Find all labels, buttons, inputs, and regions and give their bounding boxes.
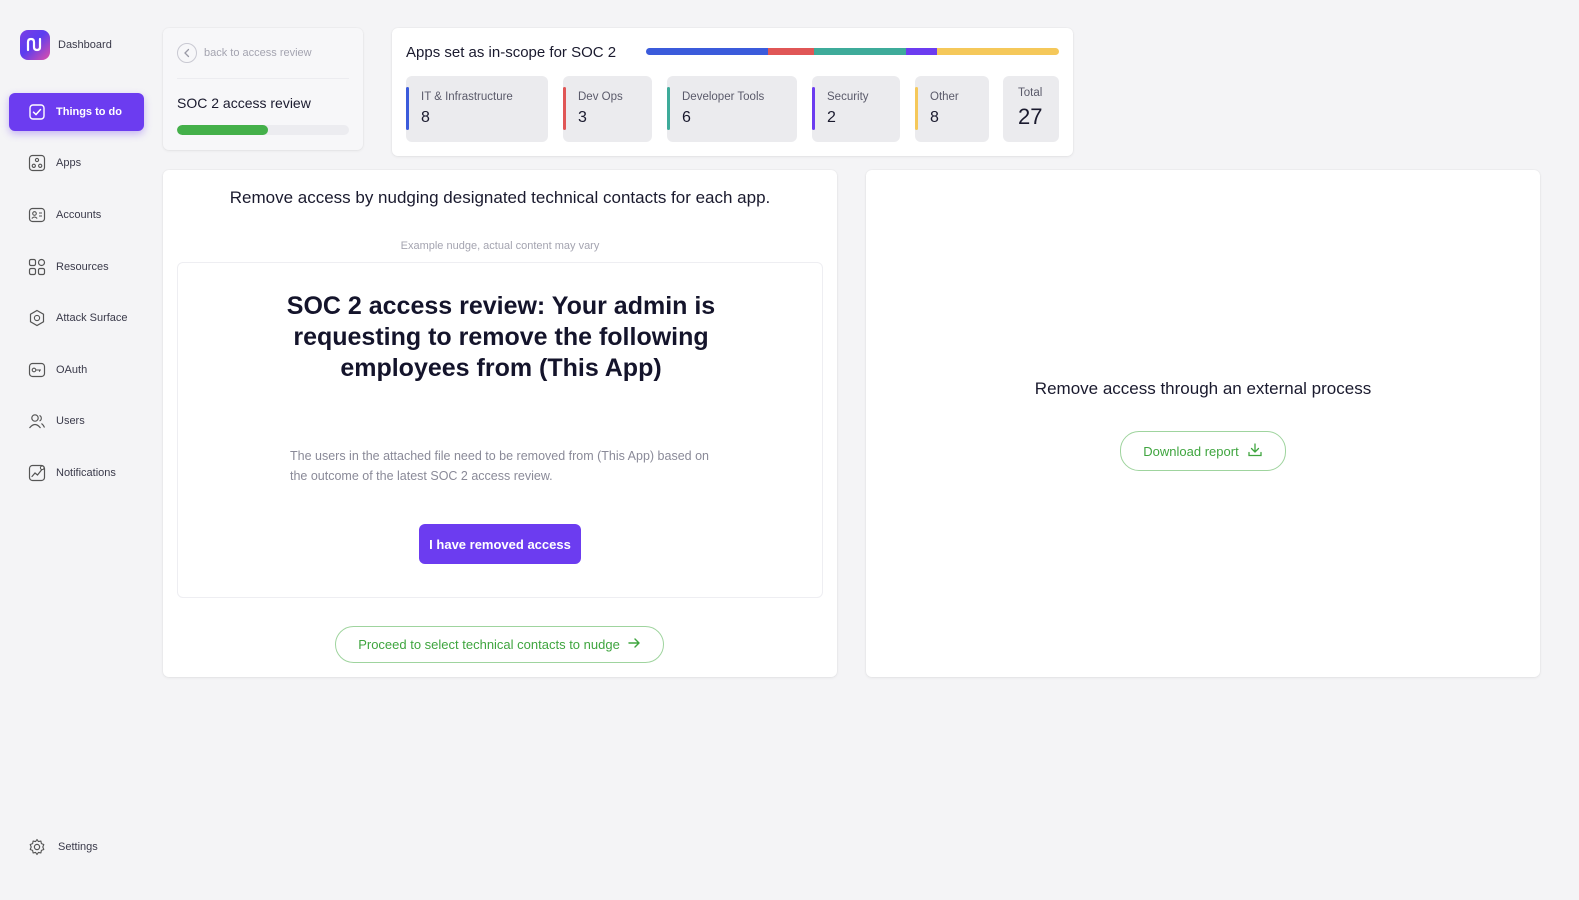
back-label: back to access review — [204, 47, 312, 59]
arrow-right-icon — [628, 637, 641, 652]
category-label: Other — [930, 91, 959, 103]
sidebar-item-label: OAuth — [56, 364, 88, 376]
sidebar-item-notifications[interactable]: Notifications — [9, 454, 144, 492]
checkbox-icon — [28, 103, 46, 121]
category-tile-developer-tools: Developer Tools 6 — [667, 76, 797, 142]
category-count: 6 — [682, 109, 691, 126]
category-color-bar — [915, 87, 918, 130]
example-nudge-note: Example nudge, actual content may vary — [400, 240, 600, 252]
category-color-bar — [812, 87, 815, 130]
notifications-icon — [28, 464, 46, 482]
sidebar-item-things-to-do[interactable]: Things to do — [9, 93, 144, 131]
scope-bar-segment — [646, 48, 769, 55]
users-icon — [28, 412, 46, 430]
total-count: 27 — [1018, 104, 1043, 129]
accounts-icon — [28, 206, 46, 224]
proceed-label: Proceed to select technical contacts to … — [358, 637, 620, 652]
gear-icon — [28, 838, 46, 856]
sidebar-item-accounts[interactable]: Accounts — [9, 196, 144, 234]
apps-icon — [28, 154, 46, 172]
category-count: 3 — [578, 109, 587, 126]
sidebar-item-label: Attack Surface — [56, 312, 128, 324]
external-heading: Remove access through an external proces… — [1034, 379, 1372, 398]
category-count: 8 — [421, 109, 430, 126]
download-report-button[interactable]: Download report — [1120, 431, 1286, 471]
category-count: 8 — [930, 109, 939, 126]
resources-icon — [28, 258, 46, 276]
category-color-bar — [667, 87, 670, 130]
sidebar-item-apps[interactable]: Apps — [9, 144, 144, 182]
nudge-heading: Remove access by nudging designated tech… — [229, 188, 771, 207]
nudge-contacts-card: Remove access by nudging designated tech… — [163, 170, 837, 677]
scope-bar-segment — [814, 48, 906, 55]
sidebar-item-label: Users — [56, 415, 85, 427]
sidebar-item-settings[interactable]: Settings — [28, 838, 98, 856]
nudge-preview: SOC 2 access review: Your admin is reque… — [177, 262, 823, 598]
dashboard-link[interactable]: Dashboard — [20, 30, 112, 60]
total-label: Total — [1018, 87, 1043, 99]
sidebar-item-label: Accounts — [56, 209, 102, 221]
proceed-to-select-contacts-button[interactable]: Proceed to select technical contacts to … — [335, 626, 664, 663]
category-label: Developer Tools — [682, 91, 765, 103]
in-scope-apps-card: Apps set as in-scope for SOC 2 IT & Infr… — [392, 28, 1073, 156]
back-to-access-review-link[interactable]: back to access review — [177, 43, 312, 63]
sidebar-item-label: Notifications — [56, 467, 116, 479]
app-logo — [20, 30, 50, 60]
dashboard-label: Dashboard — [58, 39, 112, 51]
category-color-bar — [406, 87, 409, 130]
scope-bar-segment — [768, 48, 815, 55]
category-tile-it-infrastructure: IT & Infrastructure 8 — [406, 76, 548, 142]
download-icon — [1247, 442, 1263, 461]
scope-bar-segment — [936, 48, 1059, 55]
sidebar-item-oauth[interactable]: OAuth — [9, 351, 144, 389]
sidebar-item-attack-surface[interactable]: Attack Surface — [9, 299, 144, 337]
category-tile-security: Security 2 — [812, 76, 900, 142]
nudge-preview-title: SOC 2 access review: Your admin is reque… — [286, 292, 716, 382]
sidebar-item-label: Things to do — [56, 106, 122, 118]
attack-surface-icon — [28, 309, 46, 327]
review-summary-card: back to access review SOC 2 access revie… — [163, 28, 363, 150]
nudge-preview-body: The users in the attached file need to b… — [290, 449, 709, 483]
download-label: Download report — [1143, 443, 1239, 459]
scope-title: Apps set as in-scope for SOC 2 — [406, 44, 617, 61]
review-title: SOC 2 access review — [177, 95, 311, 111]
divider — [177, 78, 349, 79]
review-progress-fill — [177, 125, 269, 135]
sidebar-item-resources[interactable]: Resources — [9, 248, 144, 286]
sidebar: Dashboard Things to do Apps Accounts Res… — [0, 0, 155, 900]
scope-distribution-bar — [646, 48, 1059, 55]
chevron-left-icon — [177, 43, 197, 63]
oauth-icon — [28, 361, 46, 379]
category-tile-dev-ops: Dev Ops 3 — [563, 76, 652, 142]
category-label: IT & Infrastructure — [421, 91, 513, 103]
category-tile-total: Total 27 — [1003, 76, 1059, 142]
sidebar-item-label: Apps — [56, 157, 82, 169]
category-count: 2 — [827, 109, 836, 126]
category-tile-other: Other 8 — [915, 76, 989, 142]
i-have-removed-access-button[interactable]: I have removed access — [419, 524, 581, 564]
external-process-card: Remove access through an external proces… — [866, 170, 1540, 677]
sidebar-item-users[interactable]: Users — [9, 402, 144, 440]
sidebar-item-label: Resources — [56, 261, 109, 273]
scope-bar-segment — [906, 48, 937, 55]
settings-label: Settings — [58, 841, 98, 853]
category-label: Security — [827, 91, 869, 103]
review-progress-bar — [177, 125, 349, 135]
category-label: Dev Ops — [578, 91, 623, 103]
category-color-bar — [563, 87, 566, 130]
